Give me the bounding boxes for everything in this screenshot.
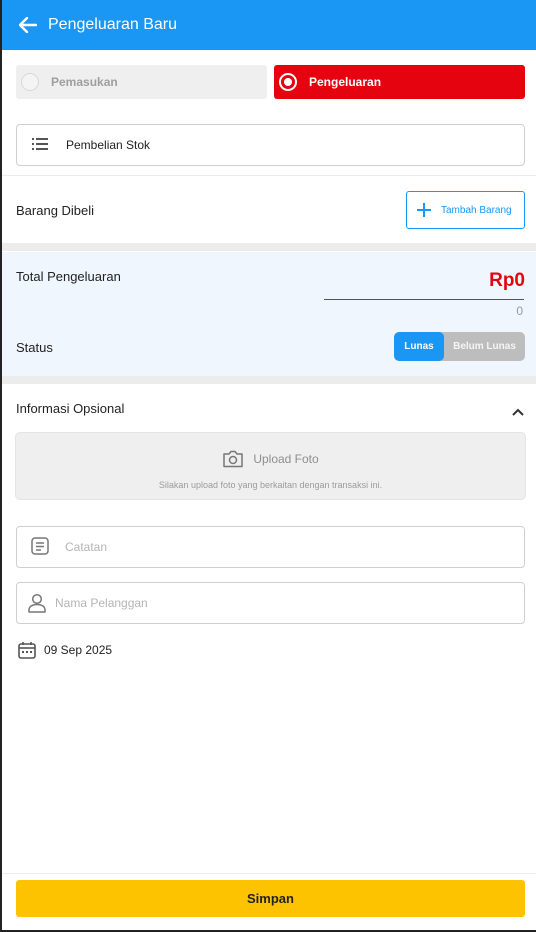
category-value: Pembelian Stok — [66, 138, 151, 152]
divider — [2, 376, 536, 384]
total-panel: Total Pengeluaran Rp0 0 Status Lunas Bel… — [2, 252, 536, 376]
status-paid-option[interactable]: Lunas — [394, 332, 444, 361]
status-unpaid-option[interactable]: Belum Lunas — [444, 332, 525, 361]
radio-unchecked-icon — [21, 73, 39, 91]
list-icon — [32, 137, 50, 153]
arrow-left-icon[interactable] — [18, 15, 38, 35]
expense-label: Pengeluaran — [309, 75, 382, 89]
items-label: Barang Dibeli — [16, 203, 95, 218]
calendar-icon — [18, 641, 36, 659]
upload-photo-area[interactable]: Upload Foto Silakan upload foto yang ber… — [15, 432, 526, 500]
date-picker[interactable]: 09 Sep 2025 — [18, 641, 112, 659]
page-title: Pengeluaran Baru — [48, 16, 177, 33]
upload-hint: Silakan upload foto yang berkaitan denga… — [158, 480, 383, 490]
add-item-button[interactable]: Tambah Barang — [406, 191, 525, 229]
income-option[interactable]: Pemasukan — [16, 65, 267, 99]
customer-name-field[interactable]: Nama Pelanggan — [16, 582, 525, 624]
divider — [2, 175, 536, 176]
notes-field[interactable]: Catatan — [16, 526, 525, 568]
notes-placeholder: Catatan — [65, 540, 108, 554]
note-icon — [31, 537, 51, 557]
total-input[interactable]: 0 — [516, 304, 523, 318]
person-icon — [27, 593, 47, 613]
customer-name-placeholder: Nama Pelanggan — [55, 596, 148, 610]
date-value: 09 Sep 2025 — [44, 643, 113, 657]
divider — [2, 243, 536, 251]
total-value: Rp0 — [489, 270, 525, 291]
app-bar: Pengeluaran Baru — [2, 0, 536, 50]
optional-info-label: Informasi Opsional — [16, 401, 125, 416]
income-label: Pemasukan — [51, 75, 118, 89]
upload-label: Upload Foto — [253, 452, 319, 466]
radio-checked-icon — [279, 73, 297, 91]
chevron-up-icon[interactable] — [512, 403, 524, 416]
status-label: Status — [16, 340, 53, 355]
add-item-label: Tambah Barang — [441, 204, 512, 216]
footer-divider — [2, 873, 536, 874]
expense-option[interactable]: Pengeluaran — [274, 65, 525, 99]
status-toggle[interactable]: Lunas Belum Lunas — [394, 332, 525, 361]
plus-icon — [417, 203, 431, 217]
save-button[interactable]: Simpan — [16, 880, 525, 917]
total-underline — [324, 299, 524, 300]
total-label: Total Pengeluaran — [16, 269, 121, 284]
camera-icon — [222, 450, 244, 468]
category-select[interactable]: Pembelian Stok — [16, 124, 525, 166]
